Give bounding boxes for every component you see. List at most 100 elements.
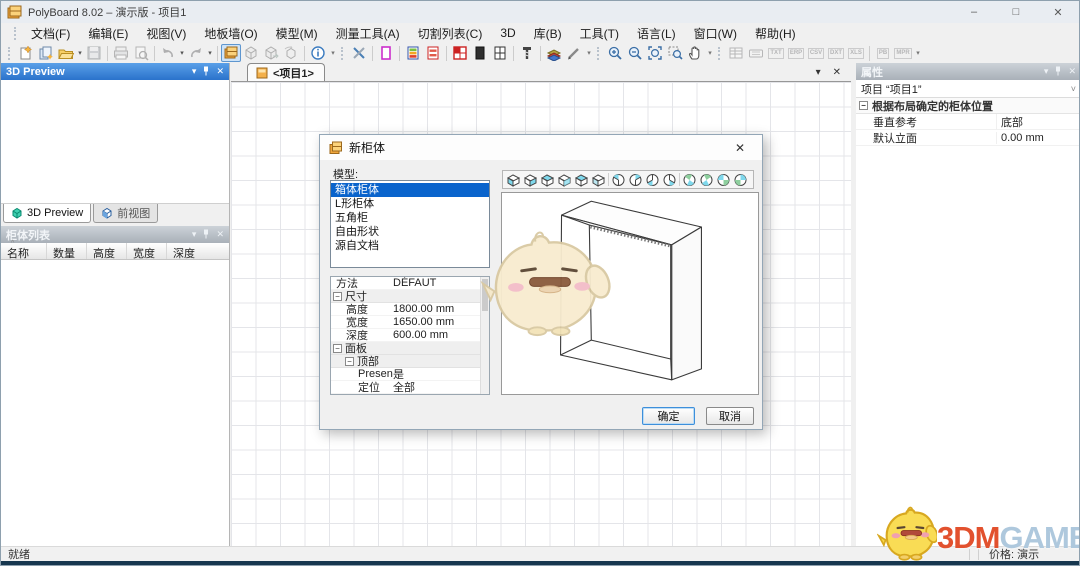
minimize-button[interactable]: – xyxy=(953,1,995,23)
tab-scroll-icon[interactable]: ▾ xyxy=(816,67,821,78)
cube-rotate-icon[interactable] xyxy=(281,44,301,62)
group-panels[interactable]: − 面板 xyxy=(331,342,489,355)
preview-3d-viewport[interactable] xyxy=(1,80,229,204)
hardware-screw-icon[interactable] xyxy=(517,44,537,62)
export-erp-icon[interactable]: ERP xyxy=(786,44,806,62)
cabinet-list-body[interactable] xyxy=(1,260,229,546)
maximize-button[interactable]: □ xyxy=(995,1,1037,23)
cube-3d-icon[interactable] xyxy=(241,44,261,62)
view-top-icon[interactable] xyxy=(573,172,590,187)
export-txt-icon[interactable]: TXT xyxy=(766,44,786,62)
properties-object-selector[interactable]: 项目 “项目1” ˅ xyxy=(856,80,1079,98)
grid-scrollbar[interactable] xyxy=(480,277,489,394)
material-colors-icon[interactable] xyxy=(403,44,423,62)
menu-item-view[interactable]: 视图(V) xyxy=(137,23,195,44)
export-xls-icon[interactable]: XLS xyxy=(846,44,866,62)
properties-close-icon[interactable]: ✕ xyxy=(1068,67,1076,76)
zoom-out-icon[interactable] xyxy=(625,44,645,62)
new-cabinet-icon[interactable] xyxy=(221,44,241,62)
new-project-icon[interactable] xyxy=(36,44,56,62)
tab-project1[interactable]: <项目1> xyxy=(247,63,325,81)
plan-view-icon[interactable] xyxy=(450,44,470,62)
edge-pencil-icon[interactable] xyxy=(564,44,584,62)
row-position[interactable]: 定位 全部 xyxy=(331,381,489,394)
menu-item-model[interactable]: 模型(M) xyxy=(267,23,327,44)
menu-item-3d[interactable]: 3D xyxy=(491,24,524,42)
pan-hand-icon[interactable] xyxy=(685,44,705,62)
menu-item-window[interactable]: 窗口(W) xyxy=(685,23,746,44)
menu-item-file[interactable]: 文档(F) xyxy=(22,23,79,44)
menu-item-cutting-list[interactable]: 切割列表(C) xyxy=(409,23,492,44)
list-item-from-document[interactable]: 源自文档 xyxy=(331,239,489,253)
print-icon[interactable] xyxy=(111,44,131,62)
cabinet-list-pin-icon[interactable] xyxy=(202,229,210,241)
new-document-icon[interactable] xyxy=(16,44,36,62)
material-layers-icon[interactable] xyxy=(544,44,564,62)
zoom-in-icon[interactable] xyxy=(605,44,625,62)
properties-pin-icon[interactable] xyxy=(1054,66,1062,78)
view-right-icon[interactable] xyxy=(556,172,573,187)
preview-menu-icon[interactable]: ▾ xyxy=(192,67,197,76)
redo-icon[interactable] xyxy=(186,44,206,62)
cube-copy-icon[interactable] xyxy=(261,44,281,62)
column-name[interactable]: ^ 名称 xyxy=(1,240,47,260)
toolbar-overflow-icon-2[interactable]: ▾ xyxy=(584,49,594,57)
view-iso-back-left-icon[interactable] xyxy=(644,172,661,187)
collapse-icon[interactable]: − xyxy=(345,356,354,366)
view-iso-front-left-icon[interactable] xyxy=(610,172,627,187)
cabinet-list-close-icon[interactable]: ✕ xyxy=(216,230,224,239)
open-folder-icon[interactable] xyxy=(56,44,76,62)
cutlist-table-icon[interactable] xyxy=(726,44,746,62)
print-preview-icon[interactable] xyxy=(131,44,151,62)
save-icon[interactable] xyxy=(84,44,104,62)
open-dropdown-icon[interactable]: ▾ xyxy=(76,49,84,57)
tab-front-view[interactable]: 前视图 xyxy=(93,204,159,223)
zoom-window-icon[interactable] xyxy=(665,44,685,62)
export-mpr-icon[interactable]: MPR xyxy=(893,44,913,62)
collapse-icon[interactable]: − xyxy=(333,343,342,353)
undo-dropdown-icon[interactable]: ▾ xyxy=(178,49,186,57)
menu-item-floor-wall[interactable]: 地板墙(O) xyxy=(195,23,266,44)
export-pb-icon[interactable]: PB xyxy=(873,44,893,62)
rotate-right-icon[interactable] xyxy=(698,172,715,187)
cabinet-preview[interactable] xyxy=(501,192,759,395)
list-item-corner-cabinet[interactable]: 五角柜 xyxy=(331,211,489,225)
rotate-up-icon[interactable] xyxy=(715,172,732,187)
rotate-left-icon[interactable] xyxy=(681,172,698,187)
list-item-free-shape[interactable]: 自由形状 xyxy=(331,225,489,239)
collapse-icon[interactable]: − xyxy=(333,291,342,301)
view-iso-back-right-icon[interactable] xyxy=(661,172,678,187)
export-dxt-icon[interactable]: DXT xyxy=(826,44,846,62)
list-item-l-shaped-cabinet[interactable]: L形柜体 xyxy=(331,197,489,211)
view-left-icon[interactable] xyxy=(539,172,556,187)
scrollbar-thumb[interactable] xyxy=(482,279,488,311)
tab-3d-preview[interactable]: 3D Preview xyxy=(3,204,92,223)
panel-style-icon[interactable] xyxy=(376,44,396,62)
preview-close-icon[interactable]: ✕ xyxy=(216,67,224,76)
cancel-button[interactable]: 取消 xyxy=(706,407,754,425)
rotate-down-icon[interactable] xyxy=(732,172,749,187)
column-width[interactable]: 宽度 xyxy=(127,243,167,260)
redo-dropdown-icon[interactable]: ▾ xyxy=(206,49,214,57)
menu-item-edit[interactable]: 编辑(E) xyxy=(79,23,137,44)
panel-dark-icon[interactable] xyxy=(470,44,490,62)
column-depth[interactable]: 深度 xyxy=(167,243,207,260)
list-item-box-cabinet[interactable]: 箱体柜体 xyxy=(331,183,489,197)
undo-icon[interactable] xyxy=(158,44,178,62)
menu-item-help[interactable]: 帮助(H) xyxy=(746,23,805,44)
menu-item-measure-tools[interactable]: 测量工具(A) xyxy=(327,23,409,44)
view-front-icon[interactable] xyxy=(505,172,522,187)
info-icon[interactable] xyxy=(308,44,328,62)
collapse-icon[interactable]: − xyxy=(859,101,868,110)
view-back-icon[interactable] xyxy=(522,172,539,187)
cabinet-list-menu-icon[interactable]: ▾ xyxy=(192,230,197,239)
view-iso-front-right-icon[interactable] xyxy=(627,172,644,187)
close-button[interactable]: ✕ xyxy=(1037,1,1079,23)
toolbar-overflow-icon-4[interactable]: ▾ xyxy=(913,49,923,57)
column-quantity[interactable]: 数量 xyxy=(47,243,87,260)
properties-group-header[interactable]: − 根据布局确定的柜体位置 xyxy=(856,98,1079,114)
properties-menu-icon[interactable]: ▾ xyxy=(1044,67,1049,76)
column-height[interactable]: 高度 xyxy=(87,243,127,260)
zoom-fit-icon[interactable] xyxy=(645,44,665,62)
menu-item-library[interactable]: 库(B) xyxy=(525,23,571,44)
